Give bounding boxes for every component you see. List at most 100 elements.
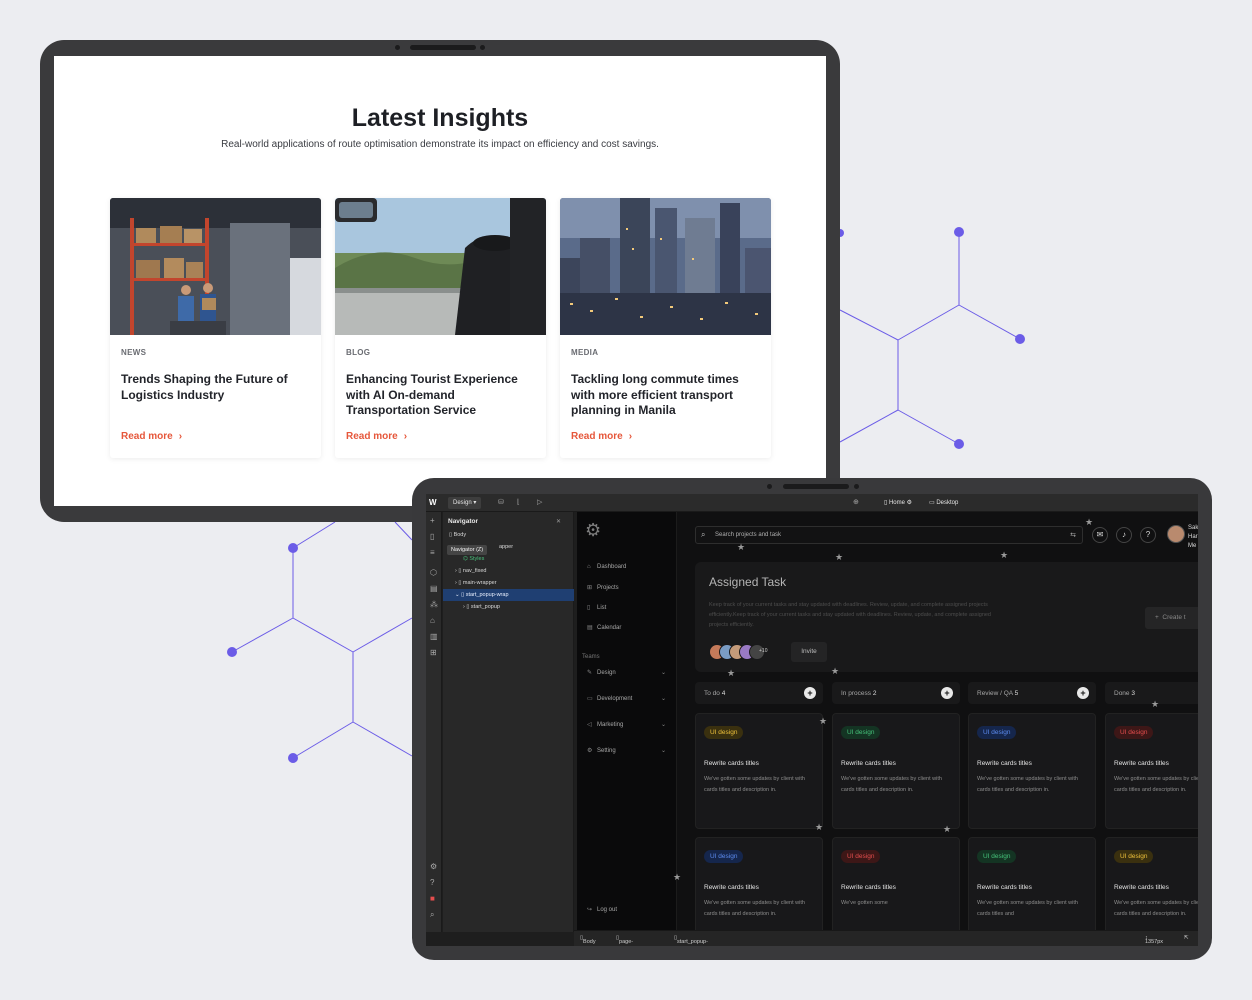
card-title[interactable]: Enhancing Tourist Experience with AI On-… xyxy=(346,372,536,419)
apps-icon[interactable]: ⊞ xyxy=(430,648,437,657)
star-icon: ★ xyxy=(815,822,824,832)
card-title[interactable]: Trends Shaping the Future of Logistics I… xyxy=(121,372,311,403)
nav-item-start-popup-wrap[interactable]: ⌄ ▯ start_popup-wrap xyxy=(443,589,574,601)
team-item-design[interactable]: ✎ Design xyxy=(587,669,616,676)
breadcrumb: ▯ Body ▯ page-wrapper ▯ start_popup-wrap… xyxy=(574,930,1198,946)
column-header-in-process: In process 2 + xyxy=(832,682,960,704)
task-title: Rewrite cards titles xyxy=(977,760,1032,767)
code-icon: ▭ xyxy=(587,696,593,702)
variables-icon[interactable]: ⁂ xyxy=(430,600,438,609)
chart-icon[interactable]: ⌊ xyxy=(517,498,520,506)
task-description: We've gotten some updates by client with… xyxy=(977,776,1078,793)
breadcrumb-item[interactable]: ▯ start_popup-wrap xyxy=(674,935,708,946)
webflow-logo[interactable]: W xyxy=(429,498,437,507)
task-title: Rewrite cards titles xyxy=(977,884,1032,891)
card-title[interactable]: Tackling long commute times with more ef… xyxy=(571,372,761,419)
nav-item-start-popup[interactable]: › ▯ start_popup xyxy=(443,601,574,613)
cms-icon[interactable]: ▤ xyxy=(430,584,438,593)
help-icon[interactable]: ? xyxy=(430,878,434,887)
add-icon[interactable]: + xyxy=(430,516,435,525)
add-task-button[interactable]: + xyxy=(804,687,816,699)
chevron-down-icon[interactable]: ⌄ xyxy=(661,747,666,754)
pin-icon[interactable]: ✕ xyxy=(556,518,561,525)
chevron-down-icon[interactable]: ⌄ xyxy=(661,721,666,728)
laptop-device: Latest Insights Real-world applications … xyxy=(40,40,840,522)
navigator-icon[interactable]: ≡ xyxy=(430,548,435,557)
team-item-development[interactable]: ▭ Development xyxy=(587,695,632,702)
task-card[interactable]: UI design Rewrite cards titles We've got… xyxy=(695,837,823,930)
add-task-button[interactable]: + xyxy=(941,687,953,699)
assigned-title: Assigned Task xyxy=(709,575,787,589)
avatar[interactable] xyxy=(1167,525,1185,543)
settings-icon[interactable]: ⚙ xyxy=(430,862,437,871)
star-icon: ★ xyxy=(1151,699,1160,709)
zoom-icon[interactable]: ⌕ xyxy=(430,910,434,920)
task-card[interactable]: UI design Rewrite cards titles We've got… xyxy=(832,837,960,930)
chevron-down-icon[interactable]: ⌄ xyxy=(661,695,666,702)
insight-card-media[interactable]: MEDIA Tackling long commute times with m… xyxy=(560,198,771,458)
add-task-button[interactable]: + xyxy=(1077,687,1089,699)
design-canvas[interactable]: ⚙ ⌂ Dashboard ⊞ Projects ▯ List ▤ Calendar T… xyxy=(577,512,1198,930)
gear-icon: ⚙ xyxy=(587,748,593,754)
book-icon[interactable]: ▥ xyxy=(430,632,438,641)
task-tag: UI design xyxy=(1114,726,1154,739)
breadcrumb-item[interactable]: ▯ page-wrapper xyxy=(616,935,639,946)
sidebar-item-dashboard[interactable]: ⌂ Dashboard xyxy=(587,564,626,570)
width-value: 1357px xyxy=(1145,939,1164,945)
insight-card-blog[interactable]: BLOG Enhancing Tourist Experience with A… xyxy=(335,198,546,458)
breakpoint-selector[interactable]: ▭ Desktop xyxy=(929,499,958,506)
width-readout: 1357px ↕ xyxy=(1145,935,1164,945)
breadcrumb-item[interactable]: ▯ Body xyxy=(580,935,596,945)
navigator-tooltip: Navigator (Z) xyxy=(447,545,488,555)
search-input[interactable]: ⌕ Search projects and task ⇆ xyxy=(695,526,1083,544)
sidebar-item-projects[interactable]: ⊞ Projects xyxy=(587,584,619,591)
task-card[interactable]: UI design Rewrite cards titles We've got… xyxy=(832,713,960,829)
read-more-link[interactable]: Read more › xyxy=(121,431,182,442)
page-selector[interactable]: ▯ Home ⚙ xyxy=(884,499,912,506)
sidebar-item-label: Dashboard xyxy=(597,564,627,570)
task-title: Rewrite cards titles xyxy=(1114,884,1169,891)
task-card[interactable]: UI design Rewrite cards titles We've got… xyxy=(1105,837,1198,930)
assets-icon[interactable]: ⌂ xyxy=(430,616,435,625)
database-icon[interactable]: ⛁ xyxy=(498,498,504,506)
brush-icon: ✎ xyxy=(587,670,593,676)
read-more-link[interactable]: Read more › xyxy=(571,431,632,442)
read-more-label: Read more xyxy=(121,431,173,442)
sidebar-item-list[interactable]: ▯ List xyxy=(587,604,606,611)
globe-icon[interactable]: ⊕ xyxy=(853,498,859,506)
task-card[interactable]: UI design Rewrite cards titles We've got… xyxy=(968,837,1096,930)
insight-card-news[interactable]: NEWS Trends Shaping the Future of Logist… xyxy=(110,198,321,458)
components-icon[interactable]: ⬡ xyxy=(430,568,437,577)
mail-icon[interactable]: ✉ xyxy=(1092,527,1108,543)
read-more-link[interactable]: Read more › xyxy=(346,431,407,442)
play-icon[interactable]: ▷ xyxy=(537,498,542,506)
column-count: 3 xyxy=(1131,690,1135,697)
bell-icon[interactable]: ♪ xyxy=(1116,527,1132,543)
nav-item-main-wrapper[interactable]: › ▯ main-wrapper xyxy=(443,577,574,589)
star-icon: ★ xyxy=(831,666,840,676)
nav-item-nav-fixed[interactable]: › ▯ nav_fixed xyxy=(443,565,574,577)
warehouse-photo xyxy=(110,198,321,335)
team-item-setting[interactable]: ⚙ Setting xyxy=(587,747,616,754)
invite-button[interactable]: Invite xyxy=(791,642,827,662)
chevron-down-icon[interactable]: ⌄ xyxy=(661,669,666,676)
logout-button[interactable]: ↪ Log out xyxy=(587,906,617,913)
task-card[interactable]: UI design Rewrite cards titles We've got… xyxy=(1105,713,1198,829)
sidebar-item-calendar[interactable]: ▤ Calendar xyxy=(587,624,621,631)
filter-icon[interactable]: ⇆ xyxy=(1070,531,1076,539)
task-card[interactable]: UI design Rewrite cards titles We've got… xyxy=(968,713,1096,829)
star-icon: ★ xyxy=(1000,550,1009,560)
star-icon: ★ xyxy=(819,716,828,726)
mode-dropdown[interactable]: Design ▾ xyxy=(448,497,482,509)
column-name-text: Done xyxy=(1114,690,1130,697)
create-task-button[interactable]: + Create t xyxy=(1145,607,1198,629)
logout-label: Log out xyxy=(597,907,618,913)
fullscreen-icon[interactable]: ⇱ xyxy=(1184,935,1189,941)
page-icon[interactable]: ▯ xyxy=(430,532,434,541)
record-icon[interactable]: ■ xyxy=(430,894,435,903)
help-circle-icon[interactable]: ? xyxy=(1140,527,1156,543)
team-item-marketing[interactable]: ◁ Marketing xyxy=(587,721,623,728)
nav-item-body[interactable]: ▯ Body xyxy=(443,529,574,541)
task-card[interactable]: UI design Rewrite cards titles We've got… xyxy=(695,713,823,829)
create-label: Create t xyxy=(1162,614,1186,621)
